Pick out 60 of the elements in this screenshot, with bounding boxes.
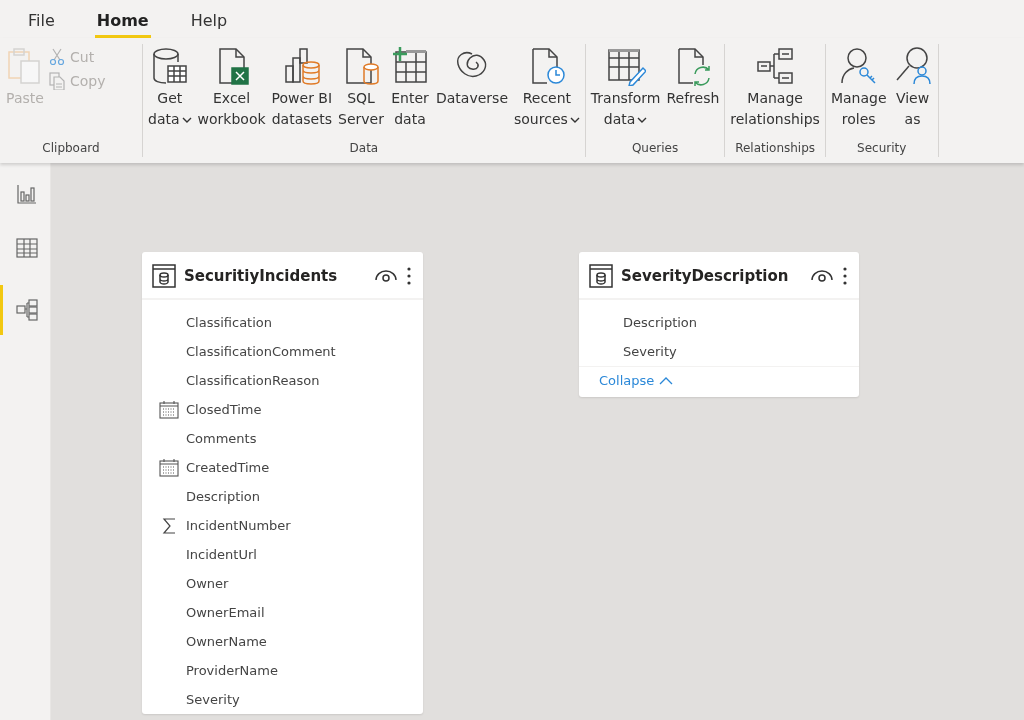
ribbon-button[interactable]: Power BI datasets bbox=[268, 44, 336, 132]
field-name[interactable]: Description bbox=[623, 315, 698, 330]
more-options-icon[interactable] bbox=[407, 267, 411, 285]
scissors-icon bbox=[48, 48, 66, 66]
menu-tab[interactable]: Help bbox=[188, 11, 230, 38]
group-label: Data bbox=[348, 141, 380, 157]
field-name[interactable]: ProviderName bbox=[186, 663, 278, 678]
group-label: Relationships bbox=[734, 141, 817, 157]
field-name[interactable]: Description bbox=[186, 489, 261, 504]
ribbon-button[interactable]: Excel workbook bbox=[194, 44, 269, 132]
field-name[interactable]: IncidentNumber bbox=[186, 518, 291, 533]
menu-tab[interactable]: Home bbox=[94, 11, 151, 38]
ribbon-button[interactable]: Get data bbox=[145, 44, 195, 132]
calendar-icon bbox=[159, 458, 179, 477]
ribbon-button[interactable]: Manage relationships bbox=[727, 44, 823, 132]
field-name[interactable]: CreatedTime bbox=[186, 460, 270, 475]
field-name[interactable]: ClosedTime bbox=[186, 402, 262, 417]
menu-tab[interactable]: File bbox=[26, 11, 57, 38]
ribbon-button[interactable]: Refresh bbox=[663, 44, 723, 111]
table-title: SecuritiyIncidents bbox=[184, 267, 339, 285]
more-options-icon[interactable] bbox=[843, 267, 847, 285]
table-icon bbox=[589, 264, 613, 288]
linked-boxes-icon bbox=[755, 46, 796, 86]
group-label: Queries bbox=[630, 141, 680, 157]
table-icon bbox=[14, 236, 39, 260]
field-name[interactable]: ClassificationReason bbox=[186, 373, 320, 388]
calendar-icon bbox=[159, 400, 179, 419]
field-name[interactable]: OwnerName bbox=[186, 634, 267, 649]
field-name[interactable]: Classification bbox=[186, 315, 273, 330]
ribbon-button[interactable]: SQL Server bbox=[335, 44, 387, 132]
field-name[interactable]: Severity bbox=[186, 692, 240, 707]
group-label: Clipboard bbox=[41, 141, 101, 157]
table-title: SeverityDescription bbox=[621, 267, 790, 285]
collapse-link[interactable]: Collapse bbox=[599, 373, 674, 388]
caret-icon bbox=[637, 116, 648, 123]
field-name[interactable]: ClassificationComment bbox=[186, 344, 336, 359]
field-name[interactable]: OwnerEmail bbox=[186, 605, 265, 620]
field-name[interactable]: Comments bbox=[186, 431, 257, 446]
ribbon-button[interactable]: View as bbox=[889, 44, 936, 132]
caret-icon bbox=[569, 116, 580, 123]
ribbon-button[interactable]: Dataverse bbox=[433, 44, 511, 111]
copy-icon bbox=[48, 72, 66, 90]
field-name[interactable]: Owner bbox=[186, 576, 229, 591]
field-name[interactable]: IncidentUrl bbox=[186, 547, 257, 562]
chevron-up-icon bbox=[659, 376, 674, 385]
caret-icon bbox=[181, 116, 192, 123]
ribbon-button[interactable]: Manage roles bbox=[827, 44, 890, 132]
ribbon-button[interactable]: Recent sources bbox=[511, 44, 583, 132]
eye-icon[interactable] bbox=[375, 269, 397, 283]
ribbon-button[interactable]: Transform data bbox=[587, 44, 664, 132]
table-pencil-icon bbox=[605, 46, 646, 86]
group-label: Security bbox=[856, 141, 908, 157]
eye-icon[interactable] bbox=[811, 269, 833, 283]
bar-chart-icon bbox=[14, 182, 39, 206]
sigma-icon bbox=[162, 516, 176, 535]
model-diagram-icon bbox=[14, 298, 39, 322]
table-plus-icon bbox=[390, 46, 430, 86]
ribbon-button[interactable]: Enter data bbox=[387, 44, 433, 132]
field-name[interactable]: Severity bbox=[623, 344, 677, 359]
table-icon bbox=[152, 264, 176, 288]
